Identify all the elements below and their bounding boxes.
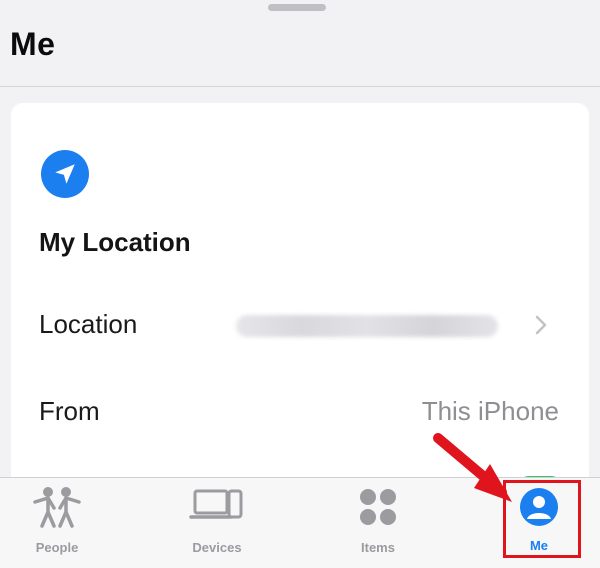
devices-icon <box>189 489 243 519</box>
page-title: Me <box>10 26 56 62</box>
location-arrow-icon <box>41 150 89 198</box>
items-icon <box>360 489 396 525</box>
tab-items-label: Items <box>361 540 395 555</box>
from-row-value: This iPhone <box>421 396 559 426</box>
tab-people-label: People <box>35 540 79 555</box>
tab-devices-label: Devices <box>192 540 242 555</box>
annotation-arrow-icon <box>433 433 512 502</box>
people-icon <box>33 487 81 528</box>
sheet-grabber[interactable] <box>268 4 326 11</box>
bottom-sheet: Me My Location Location From This iPhone <box>0 0 600 568</box>
from-row: From This iPhone <box>11 388 589 432</box>
location-row[interactable]: Location <box>11 301 589 345</box>
title-divider <box>0 86 600 87</box>
tab-people[interactable]: People <box>2 486 112 560</box>
location-row-label: Location <box>39 309 138 339</box>
chevron-right-icon <box>535 315 547 340</box>
tab-devices[interactable]: Devices <box>162 486 272 560</box>
tab-items[interactable]: Items <box>323 486 433 560</box>
redacted-location-value <box>236 315 498 337</box>
from-row-label: From <box>39 396 100 426</box>
my-location-heading: My Location <box>39 227 191 257</box>
